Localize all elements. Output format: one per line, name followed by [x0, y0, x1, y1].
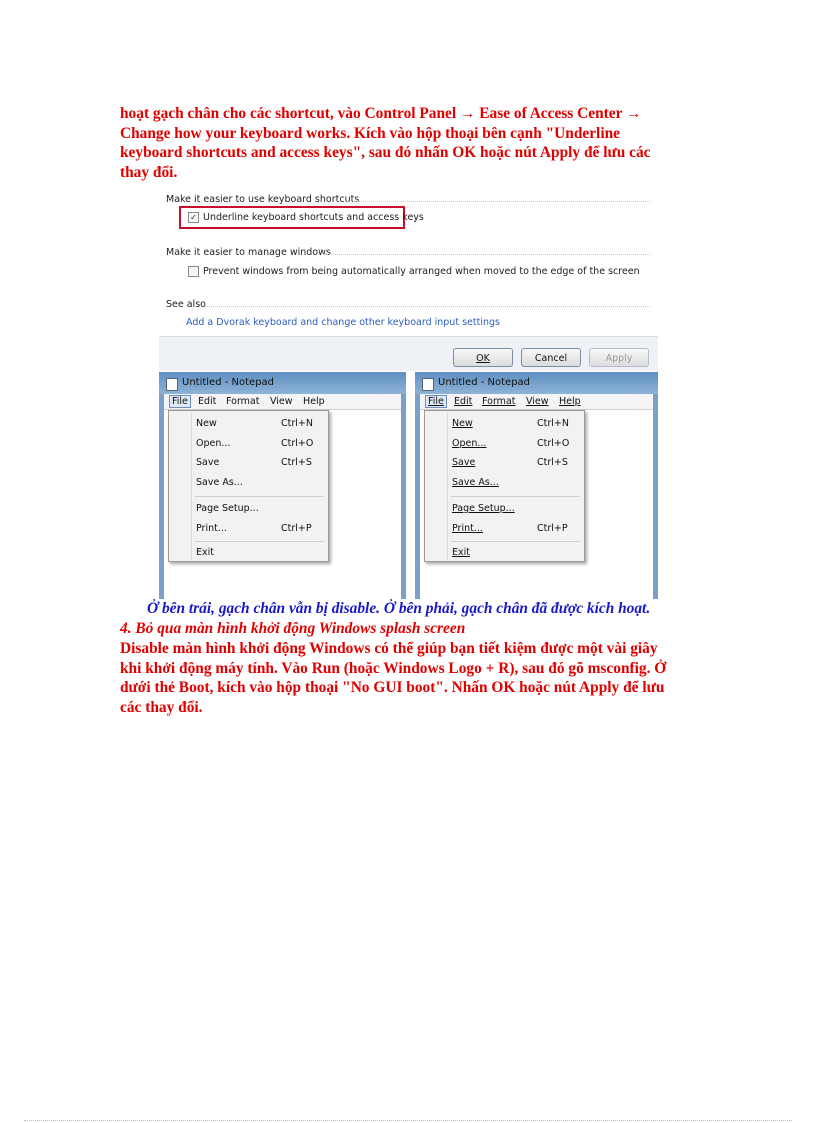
apply-button[interactable]: Apply	[589, 348, 649, 367]
menu-format[interactable]: Format	[226, 396, 259, 407]
titlebar: Untitled - Notepad	[415, 372, 658, 394]
menu-separator	[195, 496, 324, 497]
window-title: Untitled - Notepad	[182, 377, 275, 388]
screenshot-figure: Make it easier to use keyboard shortcuts…	[159, 186, 658, 599]
menu-item-save-as[interactable]: Save As...	[452, 477, 499, 488]
intro-line-4: thay đổi.	[120, 163, 178, 181]
section-divider	[205, 306, 650, 307]
menu-help[interactable]: Help	[559, 396, 581, 407]
section-divider	[323, 254, 650, 255]
menu-item-open[interactable]: Open...	[196, 438, 230, 449]
menu-item-save[interactable]: Save	[196, 457, 219, 468]
prevent-arrange-label: Prevent windows from being automatically…	[203, 266, 640, 277]
menu-view[interactable]: View	[526, 396, 549, 407]
menu-item-exit[interactable]: Exit	[452, 547, 470, 558]
menu-item-open[interactable]: Open...	[452, 438, 486, 449]
intro-line-1: hoạt gạch chân cho các shortcut, vào Con…	[120, 105, 642, 122]
checkbox-checked-icon[interactable]: ✓	[188, 212, 199, 223]
menu-item-print[interactable]: Print...	[196, 523, 227, 534]
menu-item-print[interactable]: Print...	[452, 523, 483, 534]
notepad-icon	[422, 378, 434, 391]
section-see-also: See also	[166, 299, 206, 310]
section-heading: 4. Bỏ qua màn hình khởi động Windows spl…	[120, 620, 466, 637]
section-divider	[345, 201, 650, 202]
section-manage-windows: Make it easier to manage windows	[166, 247, 331, 258]
menu-help[interactable]: Help	[303, 396, 325, 407]
cancel-label: Cancel	[534, 353, 568, 364]
section-keyboard-shortcuts: Make it easier to use keyboard shortcuts	[166, 194, 360, 205]
menu-file[interactable]: File	[169, 395, 191, 408]
menu-item-page-setup[interactable]: Page Setup...	[196, 503, 259, 514]
menu-item-save-as[interactable]: Save As...	[196, 477, 243, 488]
menu-edit[interactable]: Edit	[454, 396, 472, 407]
apply-label: Apply	[605, 353, 633, 364]
window-title: Untitled - Notepad	[438, 377, 531, 388]
menu-file[interactable]: File	[425, 395, 447, 408]
menu-separator	[451, 496, 580, 497]
file-menu-dropdown: New Ctrl+N Open... Ctrl+O Save Ctrl+S Sa…	[424, 410, 585, 562]
menu-separator	[195, 541, 324, 542]
menu-gutter	[447, 413, 448, 559]
menu-bar: File Edit Format View Help	[420, 394, 653, 410]
shortcut-new: Ctrl+N	[537, 418, 569, 429]
shortcut-print: Ctrl+P	[281, 523, 312, 534]
menu-format[interactable]: Format	[482, 396, 515, 407]
body-line-3: dưới thẻ Boot, kích vào hộp thoại "No GU…	[120, 679, 665, 697]
intro-line-2: Change how your keyboard works. Kích vào…	[120, 124, 620, 142]
file-menu-dropdown: New Ctrl+N Open... Ctrl+O Save Ctrl+S Sa…	[168, 410, 329, 562]
notepad-window-right: Untitled - Notepad File Edit Format View…	[415, 372, 658, 599]
shortcut-save: Ctrl+S	[537, 457, 568, 468]
ok-label: OK	[476, 353, 490, 364]
checkbox-unchecked-icon[interactable]	[188, 266, 199, 277]
shortcut-open: Ctrl+O	[537, 438, 570, 449]
notepad-window-left: Untitled - Notepad File Edit Format View…	[159, 372, 406, 599]
shortcut-save: Ctrl+S	[281, 457, 312, 468]
underline-option-label: Underline keyboard shortcuts and access …	[203, 212, 424, 223]
menu-view[interactable]: View	[270, 396, 293, 407]
menu-item-new[interactable]: New	[196, 418, 217, 429]
keyboard-settings-dialog: Make it easier to use keyboard shortcuts…	[159, 186, 658, 371]
dvorak-settings-link[interactable]: Add a Dvorak keyboard and change other k…	[186, 317, 500, 328]
body-line-1: Disable màn hình khởi động Windows có th…	[120, 640, 658, 657]
intro-line-3: keyboard shortcuts and access keys", sau…	[120, 144, 651, 162]
body-paragraph: Disable màn hình khởi động Windows có th…	[120, 639, 680, 717]
page-bottom-rule	[24, 1120, 792, 1121]
figure-caption: Ở bên trái, gạch chân vẫn bị disable. Ở …	[147, 600, 651, 617]
ok-button[interactable]: OK	[453, 348, 513, 367]
prevent-arrange-option[interactable]: Prevent windows from being automatically…	[188, 266, 640, 277]
shortcut-open: Ctrl+O	[281, 438, 314, 449]
body-line-2: khi khởi động máy tính. Vào Run (hoặc Wi…	[120, 659, 667, 677]
menu-separator	[451, 541, 580, 542]
menu-bar: File Edit Format View Help	[164, 394, 401, 410]
shortcut-print: Ctrl+P	[537, 523, 568, 534]
titlebar: Untitled - Notepad	[159, 372, 406, 394]
shortcut-new: Ctrl+N	[281, 418, 313, 429]
body-line-4: các thay đổi.	[120, 698, 203, 716]
menu-item-page-setup[interactable]: Page Setup...	[452, 503, 515, 514]
notepad-icon	[166, 378, 178, 391]
dialog-button-bar: OK Cancel Apply	[159, 336, 658, 371]
menu-item-exit[interactable]: Exit	[196, 547, 214, 558]
cancel-button[interactable]: Cancel	[521, 348, 581, 367]
underline-option[interactable]: ✓ Underline keyboard shortcuts and acces…	[188, 212, 424, 223]
menu-item-save[interactable]: Save	[452, 457, 475, 468]
menu-gutter	[191, 413, 192, 559]
menu-edit[interactable]: Edit	[198, 396, 216, 407]
menu-item-new[interactable]: New	[452, 418, 473, 429]
intro-paragraph: hoạt gạch chân cho các shortcut, vào Con…	[120, 104, 680, 182]
